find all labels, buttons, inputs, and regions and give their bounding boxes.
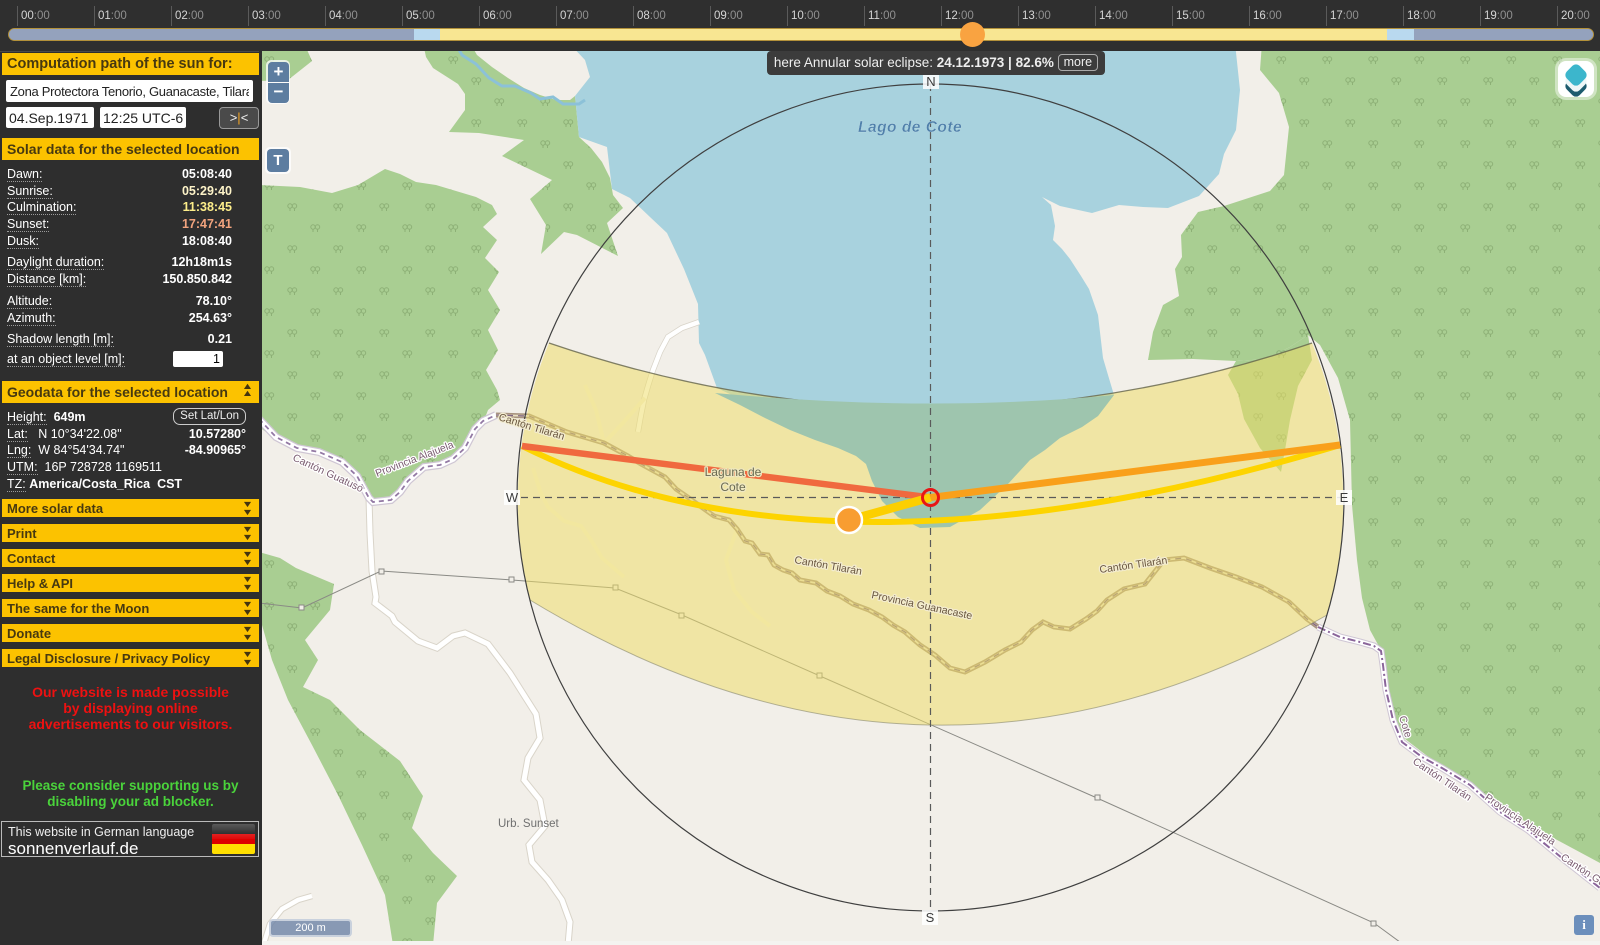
svg-text:Lago de Cote: Lago de Cote (858, 119, 962, 136)
svg-text:N: N (926, 74, 935, 89)
svg-text:W: W (506, 490, 519, 505)
svg-text:S: S (926, 910, 935, 925)
svg-text:Laguna de: Laguna de (705, 465, 762, 479)
svg-text:Urb. Sunset: Urb. Sunset (498, 818, 560, 830)
svg-text:Cote: Cote (720, 480, 746, 494)
svg-text:E: E (1340, 490, 1349, 505)
